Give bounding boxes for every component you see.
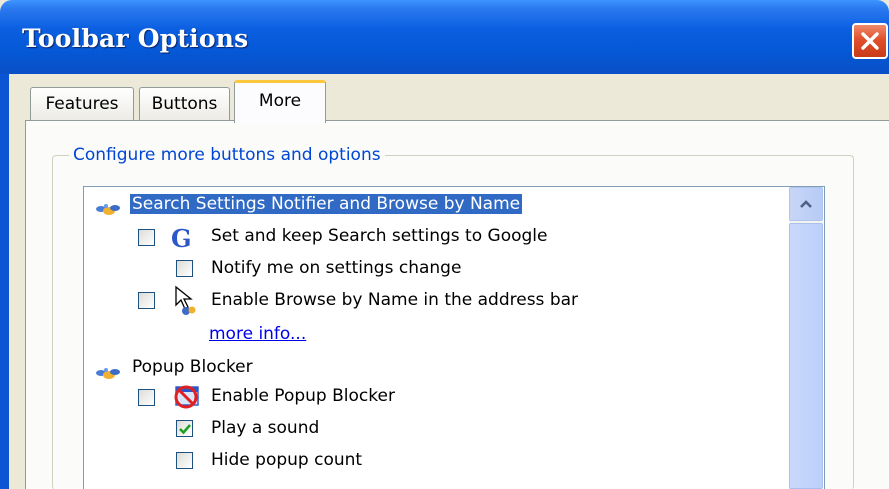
label-browse-by-name[interactable]: Enable Browse by Name in the address bar: [211, 290, 578, 310]
tab-features[interactable]: Features: [30, 87, 134, 121]
toolbar-options-window: Toolbar Options Features Buttons More Co…: [0, 0, 889, 489]
tree-group-popup-blocker[interactable]: Popup Blocker: [132, 357, 253, 377]
tab-buttons[interactable]: Buttons: [139, 87, 230, 121]
label-set-search-settings[interactable]: Set and keep Search settings to Google: [211, 226, 547, 246]
scroll-thumb[interactable]: [789, 223, 823, 489]
label-play-sound[interactable]: Play a sound: [211, 418, 319, 438]
scroll-up-button[interactable]: [789, 187, 823, 221]
tree-group-search-settings-label: Search Settings Notifier and Browse by N…: [130, 194, 523, 214]
group-folder-icon: [96, 204, 120, 215]
popup-blocker-icon: [174, 385, 199, 409]
window-frame-left: [0, 74, 9, 489]
checkbox-set-search-settings[interactable]: [138, 229, 155, 246]
group-folder-icon: [96, 368, 120, 379]
label-enable-popup-blocker[interactable]: Enable Popup Blocker: [211, 386, 395, 406]
checkbox-notify-settings-change[interactable]: [176, 260, 193, 277]
checkbox-enable-popup-blocker[interactable]: [138, 389, 155, 406]
svg-text:G: G: [171, 225, 192, 251]
checkbox-browse-by-name[interactable]: [138, 292, 155, 309]
vertical-scrollbar[interactable]: [789, 187, 823, 489]
label-notify-settings-change[interactable]: Notify me on settings change: [211, 258, 461, 278]
tree-group-search-settings[interactable]: Search Settings Notifier and Browse by N…: [130, 194, 523, 214]
groupbox-legend: Configure more buttons and options: [69, 145, 385, 165]
tab-more[interactable]: More: [234, 80, 326, 123]
more-info-link[interactable]: more info...: [209, 324, 306, 344]
close-button[interactable]: [852, 23, 888, 59]
checkbox-hide-popup-count[interactable]: [176, 452, 193, 469]
google-icon: G: [171, 225, 192, 251]
window-title: Toolbar Options: [22, 24, 249, 53]
title-bar[interactable]: Toolbar Options: [0, 0, 889, 74]
close-icon: [861, 32, 879, 50]
checkmark-icon: [179, 424, 191, 435]
label-hide-popup-count[interactable]: Hide popup count: [211, 450, 362, 470]
checkbox-play-sound[interactable]: [176, 420, 193, 437]
chevron-up-icon: [800, 200, 812, 208]
cursor-arrow-icon: [175, 285, 196, 315]
